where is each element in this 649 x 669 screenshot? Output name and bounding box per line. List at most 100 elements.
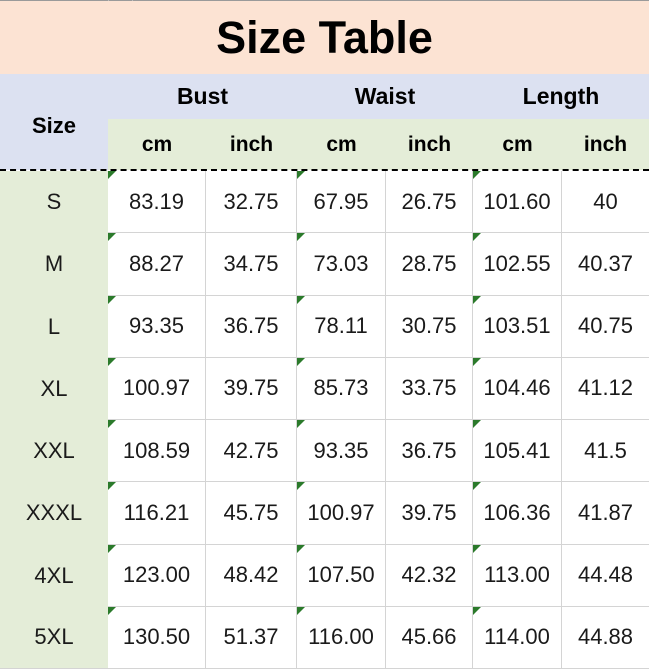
comment-flag-icon	[108, 233, 116, 242]
cell-length-cm: 105.41	[473, 420, 562, 483]
cell-bust-inch: 32.75	[206, 171, 297, 234]
cell-waist-inch: 42.32	[386, 544, 473, 607]
header-cell-bust-cm: cm	[108, 119, 206, 170]
cell-waist-cm: 73.03	[297, 233, 386, 296]
cell-value: 102.55	[483, 250, 551, 276]
cell-value: 105.41	[483, 437, 551, 463]
comment-flag-icon	[297, 233, 305, 242]
header-label-bust: Bust	[176, 83, 229, 109]
cell-value: 40.75	[577, 313, 634, 339]
cell-waist-cm: 116.00	[297, 606, 386, 669]
cell-bust-inch: 51.37	[206, 606, 297, 669]
comment-flag-icon	[108, 544, 116, 553]
cell-length-inch: 41.5	[562, 420, 649, 483]
cell-length-inch: 41.12	[562, 358, 649, 420]
header-label-length: Length	[522, 83, 600, 109]
cell-value: 26.75	[401, 188, 457, 214]
header-label-length-inch: inch	[583, 132, 628, 156]
cell-bust-cm: 93.35	[108, 295, 206, 358]
cell-size: XL	[40, 375, 68, 401]
cell-value: 28.75	[401, 250, 457, 276]
comment-flag-icon	[473, 233, 481, 242]
cell-value: 36.75	[401, 437, 457, 463]
comment-flag-icon	[108, 606, 116, 615]
cell-value: 85.73	[313, 375, 369, 401]
cell-value: 123.00	[122, 562, 191, 588]
comment-flag-icon	[297, 295, 305, 304]
cell-waist-inch: 30.75	[386, 295, 473, 358]
cell-bust-cm: 100.97	[108, 357, 206, 420]
cell-value: 100.97	[307, 499, 375, 525]
cell-length-inch: 40.75	[562, 296, 649, 358]
cell-bust-inch: 34.75	[206, 233, 297, 296]
cell-waist-inch: 28.75	[386, 233, 473, 296]
title-band: Size Table	[0, 1, 649, 74]
cell-length-cm: 103.51	[473, 295, 562, 358]
cell-waist-cm: 78.11	[297, 295, 386, 358]
cell-value: 30.75	[401, 313, 457, 339]
cell-bust-inch: 48.42	[206, 544, 297, 607]
comment-flag-icon	[108, 295, 116, 304]
cell-length-inch: 44.88	[562, 607, 649, 669]
cell-value: 40	[593, 188, 618, 214]
page-title: Size Table	[216, 12, 433, 63]
cell-value: 42.32	[401, 562, 457, 588]
cell-value: 34.75	[223, 250, 279, 276]
cell-waist-cm: 67.95	[297, 171, 386, 234]
comment-flag-icon	[297, 357, 305, 366]
table-row: L 93.35 36.75 78.11 30.75 103.51 40.75	[0, 295, 649, 358]
header-cell-waist: Waist	[297, 74, 473, 119]
cell-length-inch: 41.87	[562, 482, 649, 545]
table-header: Size Bust Waist Length cm inch cm inch c…	[0, 74, 649, 170]
comment-flag-icon	[297, 482, 305, 491]
cell-length-cm: 102.55	[473, 233, 562, 296]
cell-length-cm: 114.00	[473, 606, 562, 669]
header-label-waist-inch: inch	[407, 132, 452, 156]
cell-value: 41.5	[584, 437, 627, 463]
header-cell-bust: Bust	[108, 74, 297, 119]
comment-flag-icon	[473, 420, 481, 428]
comment-flag-icon	[473, 171, 481, 179]
comment-flag-icon	[473, 482, 481, 491]
cell-value: 78.11	[314, 313, 368, 339]
cell-bust-inch: 45.75	[206, 482, 297, 545]
cell-length-cm: 104.46	[473, 357, 562, 420]
cell-value: 100.97	[122, 375, 191, 401]
comment-flag-icon	[297, 420, 305, 428]
cell-value: 101.60	[483, 188, 551, 214]
comment-flag-icon	[297, 171, 305, 179]
comment-flag-icon	[108, 171, 116, 179]
cell-value: 41.87	[577, 499, 634, 525]
cell-waist-inch: 33.75	[386, 357, 473, 420]
cell-value: 41.12	[577, 375, 634, 401]
cell-value: 33.75	[401, 375, 457, 401]
table-row: M 88.27 34.75 73.03 28.75 102.55 40.37	[0, 233, 649, 296]
cell-value: 116.00	[308, 624, 374, 650]
cell-value: 93.35	[313, 437, 369, 463]
cell-bust-cm: 83.19	[108, 171, 206, 234]
cell-length-inch: 40	[562, 171, 649, 234]
cell-waist-inch: 45.66	[386, 606, 473, 669]
cell-bust-cm: 108.59	[108, 420, 206, 483]
table-row: XL 100.97 39.75 85.73 33.75 104.46 41.12	[0, 357, 649, 420]
cell-waist-cm: 93.35	[297, 420, 386, 483]
header-cell-length: Length	[473, 74, 649, 119]
cell-value: 39.75	[401, 499, 457, 525]
cell-value: 44.88	[577, 624, 634, 650]
cell-value: 93.35	[128, 313, 185, 339]
header-label-size: Size	[31, 113, 77, 138]
table-row: S 83.19 32.75 67.95 26.75 101.60 40	[0, 171, 649, 234]
comment-flag-icon	[108, 357, 116, 366]
cell-value: 67.95	[313, 188, 369, 214]
cell-value: 48.42	[223, 562, 279, 588]
cell-value: 44.48	[577, 562, 634, 588]
cell-size: XXXL	[25, 500, 83, 526]
comment-flag-icon	[473, 357, 481, 366]
cell-value: 113.00	[484, 562, 550, 588]
cell-size: XXL	[33, 438, 75, 464]
cell-bust-cm: 88.27	[108, 233, 206, 296]
cell-value: 36.75	[223, 313, 279, 339]
header-label-bust-cm: cm	[141, 132, 173, 156]
cell-value: 130.50	[122, 624, 191, 650]
table-row: XXL 108.59 42.75 93.35 36.75 105.41 41.5	[0, 420, 649, 483]
